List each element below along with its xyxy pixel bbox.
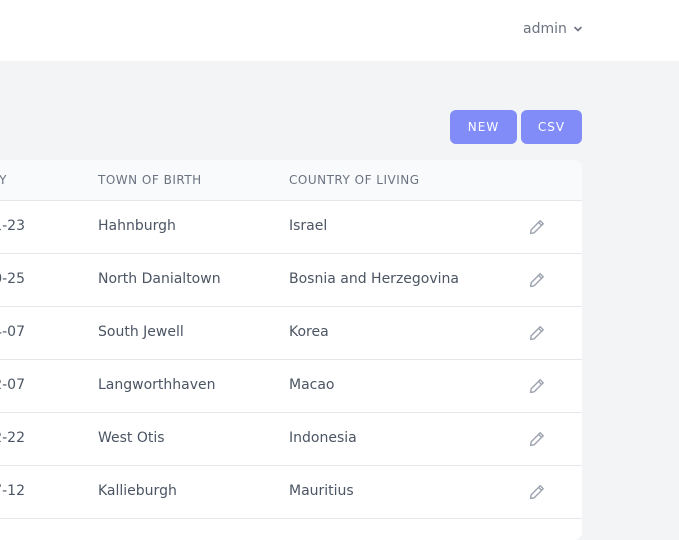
chevron-down-icon (574, 26, 582, 32)
table-row[interactable]: 4-07 South Jewell Korea (0, 307, 582, 360)
pencil-icon[interactable] (528, 483, 546, 501)
new-button[interactable]: NEW (450, 110, 517, 144)
pencil-icon[interactable] (528, 377, 546, 395)
pencil-icon[interactable] (528, 271, 546, 289)
cell-country-of-living: Macao (289, 377, 335, 393)
table-row[interactable]: 2-07 Langworthhaven Macao (0, 360, 582, 413)
table-row[interactable]: 1-23 Hahnburgh Israel (0, 201, 582, 254)
cell-town-of-birth: North Danialtown (98, 271, 221, 287)
table-card: AY TOWN OF BIRTH COUNTRY OF LIVING 1-23 H… (0, 160, 582, 540)
table-row[interactable]: 7-12 Kallieburgh Mauritius (0, 466, 582, 519)
pencil-icon[interactable] (528, 430, 546, 448)
cell-date: 2-07 (0, 377, 25, 393)
cell-town-of-birth: South Jewell (98, 324, 184, 340)
user-menu[interactable]: admin (523, 19, 583, 39)
table-header: AY TOWN OF BIRTH COUNTRY OF LIVING (0, 160, 582, 201)
user-menu-label: admin (523, 21, 567, 37)
cell-date: 1-23 (0, 218, 25, 234)
cell-country-of-living: Korea (289, 324, 329, 340)
cell-country-of-living: Israel (289, 218, 328, 234)
top-bar: admin (0, 0, 679, 61)
cell-date: 0-25 (0, 271, 25, 287)
pencil-icon[interactable] (528, 218, 546, 236)
pencil-icon[interactable] (528, 324, 546, 342)
cell-country-of-living: Indonesia (289, 430, 357, 446)
cell-date: 7-12 (0, 483, 25, 499)
cell-date: 2-22 (0, 430, 25, 446)
table-row[interactable]: 2-22 West Otis Indonesia (0, 413, 582, 466)
cell-date: 4-07 (0, 324, 25, 340)
csv-button[interactable]: CSV (521, 110, 582, 144)
cell-country-of-living: Mauritius (289, 483, 354, 499)
table-row[interactable]: 0-25 North Danialtown Bosnia and Herzegovi… (0, 254, 582, 307)
cell-country-of-living: Bosnia and Herzegovina (289, 271, 459, 287)
cell-town-of-birth: West Otis (98, 430, 165, 446)
column-header-country-of-living[interactable]: COUNTRY OF LIVING (289, 173, 420, 187)
column-header-date[interactable]: AY (0, 173, 7, 187)
cell-town-of-birth: Hahnburgh (98, 218, 176, 234)
column-header-town-of-birth[interactable]: TOWN OF BIRTH (98, 173, 202, 187)
cell-town-of-birth: Kallieburgh (98, 483, 177, 499)
cell-town-of-birth: Langworthhaven (98, 377, 216, 393)
